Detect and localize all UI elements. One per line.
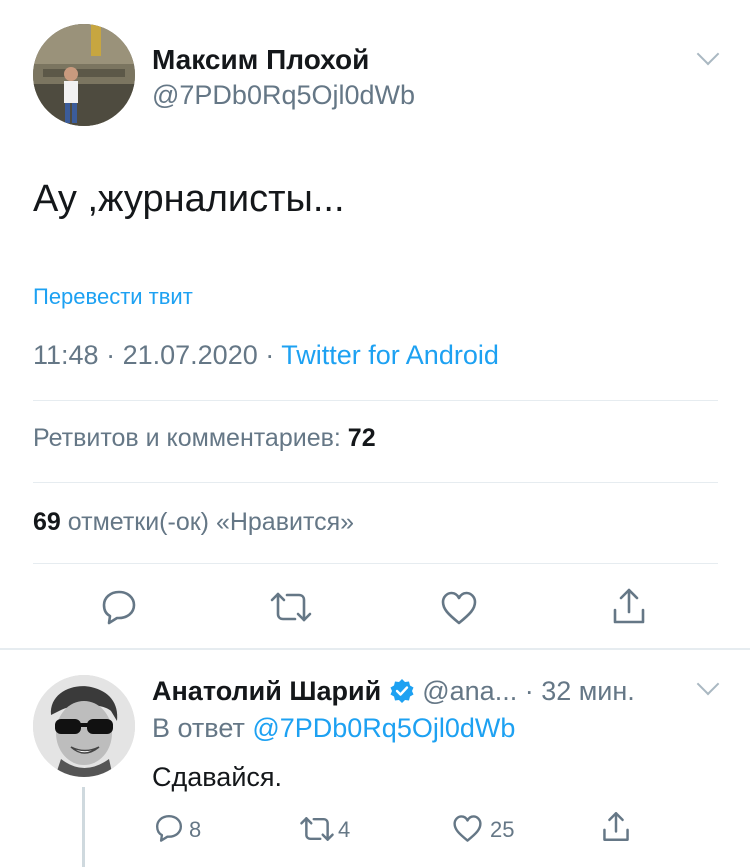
reply-heart-icon[interactable]: [452, 814, 483, 843]
meta-separator: ·: [265, 340, 275, 370]
reply-comments-count: 8: [189, 817, 202, 842]
reply-retweets-count: 4: [338, 817, 351, 842]
reply-retweet-icon[interactable]: [299, 815, 335, 843]
reply-author-handle[interactable]: @ana...: [422, 676, 517, 706]
retweets-count: 72: [347, 424, 376, 452]
reply-likes-count: 25: [490, 817, 515, 842]
reply-author-name[interactable]: Анатолий Шарий: [152, 676, 381, 706]
tweet-source-link[interactable]: Twitter for Android: [281, 340, 499, 370]
verified-badge-icon: [389, 678, 415, 704]
likes-label: отметки(-ок) «Нравится»: [67, 508, 355, 536]
thread-line: [82, 787, 85, 867]
tweet-date: 21.07.2020: [122, 340, 258, 370]
retweets-label: Ретвитов и комментариев:: [33, 424, 341, 452]
section-separator: [0, 648, 750, 650]
meta-separator: ·: [106, 340, 116, 370]
translate-tweet-link[interactable]: Перевести твит: [33, 284, 193, 310]
divider: [33, 400, 718, 401]
chevron-down-icon[interactable]: [696, 672, 720, 696]
tweet-meta: 11:48 · 21.07.2020 · Twitter for Android: [33, 340, 499, 371]
retweet-icon[interactable]: [269, 590, 313, 624]
reply-context: В ответ @7PDb0Rq5Ojl0dWb: [152, 713, 515, 744]
tweet-text: Ау ,журналисты...: [33, 178, 345, 220]
in-reply-handle-link[interactable]: @7PDb0Rq5Ojl0dWb: [252, 713, 515, 743]
divider: [33, 563, 718, 564]
reply-comment-icon[interactable]: [154, 813, 184, 843]
comment-icon[interactable]: [100, 588, 138, 626]
chevron-down-icon[interactable]: [696, 42, 720, 66]
likes-count: 69: [33, 508, 61, 536]
heart-icon[interactable]: [440, 590, 478, 626]
retweets-stat[interactable]: Ретвитов и комментариев: 72: [33, 424, 376, 453]
in-reply-prefix: В ответ: [152, 713, 245, 743]
likes-stat[interactable]: 69 отметки(-ок) «Нравится»: [33, 508, 354, 537]
share-icon[interactable]: [611, 586, 647, 626]
tweet-time: 11:48: [33, 340, 99, 370]
divider: [33, 482, 718, 483]
reply-share-icon[interactable]: [601, 810, 631, 843]
reply-header: Анатолий Шарий @ana... · 32 мин.: [152, 676, 635, 707]
reply-time: · 32 мин.: [524, 676, 635, 706]
author-handle[interactable]: @7PDb0Rq5Ojl0dWb: [152, 80, 415, 111]
author-avatar[interactable]: [33, 24, 135, 126]
reply-text: Сдавайся.: [152, 762, 283, 792]
reply-author-avatar[interactable]: [33, 675, 135, 777]
author-name[interactable]: Максим Плохой: [152, 44, 369, 76]
